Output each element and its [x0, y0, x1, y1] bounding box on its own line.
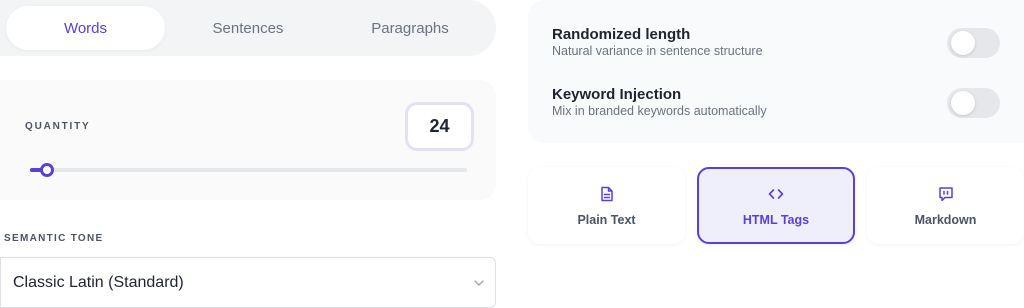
chevron-down-icon	[474, 280, 484, 286]
tab-words[interactable]: Words	[6, 6, 165, 50]
tab-sentences[interactable]: Sentences	[168, 6, 328, 50]
tab-paragraphs[interactable]: Paragraphs	[330, 6, 490, 50]
document-icon	[600, 186, 613, 201]
format-label: Plain Text	[577, 212, 636, 227]
format-plain-text-button[interactable]: Plain Text	[528, 167, 685, 244]
keyword-injection-title: Keyword Injection	[552, 86, 682, 103]
semantic-tone-label: SEMANTIC TONE	[4, 233, 104, 244]
semantic-tone-select[interactable]: Classic Latin (Standard)	[0, 257, 496, 308]
randomized-length-title: Randomized length	[552, 26, 691, 43]
randomized-length-description: Natural variance in sentence structure	[552, 44, 763, 58]
options-card	[528, 0, 1024, 143]
quantity-slider-track[interactable]	[30, 168, 467, 172]
toggle-knob	[951, 31, 975, 55]
format-label: Markdown	[914, 212, 977, 227]
randomized-length-toggle[interactable]	[947, 28, 1000, 58]
format-label: HTML Tags	[742, 212, 810, 227]
format-html-tags-button[interactable]: HTML Tags	[697, 167, 855, 244]
code-brackets-icon	[768, 188, 784, 199]
quantity-input[interactable]: 24	[405, 102, 474, 151]
quote-bubble-icon	[938, 186, 953, 201]
format-markdown-button[interactable]: Markdown	[867, 167, 1024, 244]
keyword-injection-description: Mix in branded keywords automatically	[552, 104, 767, 118]
quantity-label: QUANTITY	[25, 121, 91, 132]
semantic-tone-value: Classic Latin (Standard)	[13, 273, 184, 291]
mode-segmented-control: Words Sentences Paragraphs	[0, 0, 496, 56]
keyword-injection-toggle[interactable]	[947, 88, 1000, 118]
toggle-knob	[951, 91, 975, 115]
